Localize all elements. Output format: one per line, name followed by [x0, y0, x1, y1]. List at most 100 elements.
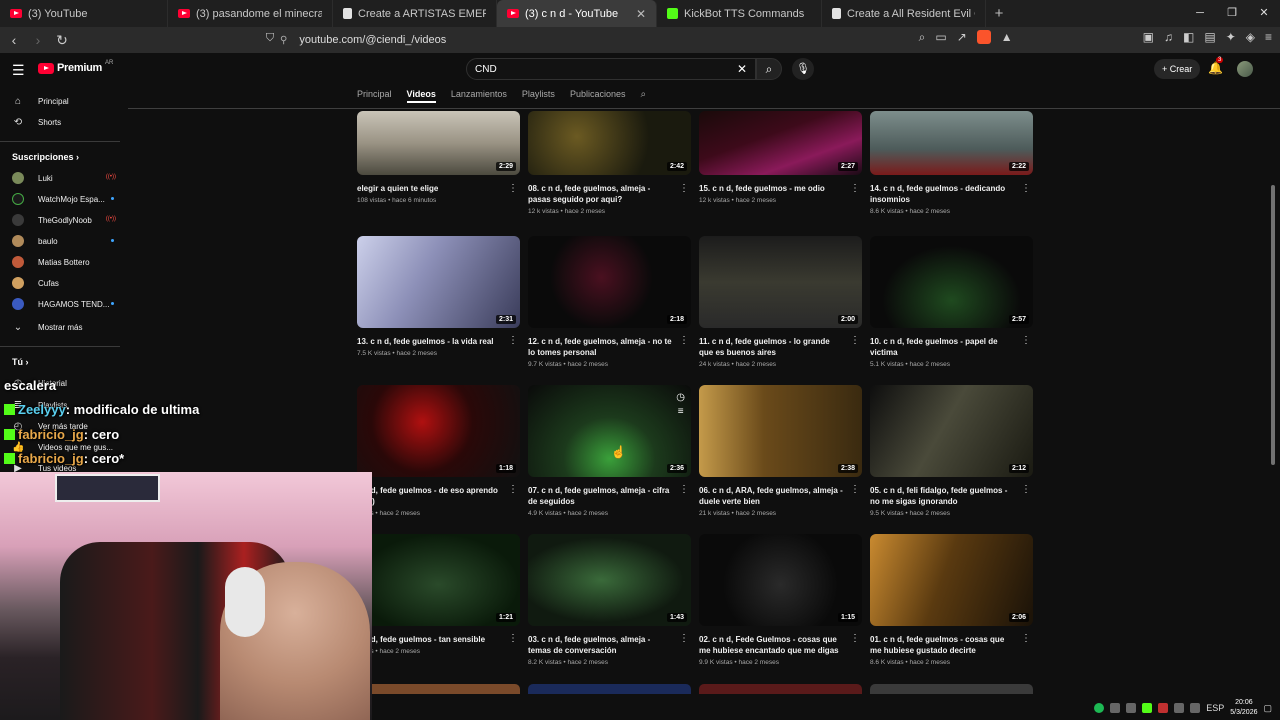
back-icon[interactable]: ‹ [4, 32, 24, 48]
language-indicator[interactable]: ESP [1206, 703, 1224, 713]
more-actions-icon[interactable]: ⋮ [1021, 183, 1031, 194]
more-actions-icon[interactable]: ⋮ [1021, 335, 1031, 346]
video-card[interactable]: 2:22 14. c n d, fede guelmos - dedicando… [870, 87, 1033, 215]
record-icon[interactable] [1158, 703, 1169, 713]
restore-icon[interactable]: ❐ [1216, 0, 1248, 27]
subscriptions-heading[interactable]: Suscripciones › [12, 152, 79, 162]
sidebar-toggle-icon[interactable]: ▣ [1143, 30, 1154, 45]
video-thumbnail[interactable]: ◷ ≡ 2:36 [528, 385, 691, 477]
bookmark-icon[interactable]: ⛉ [260, 32, 280, 45]
new-tab-icon[interactable]: + [986, 5, 1012, 22]
panel-icon[interactable]: ◧ [1183, 30, 1194, 45]
url-field[interactable]: ⚲ youtube.com/@ciendi_/videos [280, 30, 1000, 50]
close-tab-icon[interactable]: ✕ [636, 7, 646, 21]
video-card[interactable]: 2:42 08. c n d, fede guelmos, almeja - p… [528, 87, 691, 215]
video-card[interactable]: 2:31 13. c n d, fede guelmos - la vida r… [357, 236, 520, 357]
browser-tab[interactable]: Create a All Resident Evil Games (202 [822, 0, 986, 27]
browser-tab[interactable]: (3) YouTube [0, 0, 168, 27]
share-icon[interactable]: ↗ [957, 30, 967, 45]
video-card[interactable]: 2:00 11. c n d, fede guelmos - lo grande… [699, 236, 862, 368]
video-title[interactable]: 15. c n d, fede guelmos - me odio [699, 183, 862, 194]
video-thumbnail[interactable]: 1:21 [357, 534, 520, 626]
search-input[interactable]: CND ✕ [466, 58, 756, 80]
video-card[interactable]: 2:18 12. c n d, fede guelmos, almeja - n… [528, 236, 691, 368]
vpn-icon[interactable]: ◈ [1246, 30, 1255, 45]
more-actions-icon[interactable]: ⋮ [679, 183, 689, 194]
video-thumbnail-partial[interactable] [357, 684, 520, 694]
video-thumbnail[interactable]: 1:15 [699, 534, 862, 626]
video-title[interactable]: 02. c n d, Fede Guelmos - cosas que me h… [699, 634, 862, 656]
sidebar-sub-item[interactable]: HAGAMOS TEND... [0, 294, 128, 314]
video-card-hovered[interactable]: ◷ ≡ 2:36 07. c n d, fede guelmos, almeja… [528, 385, 691, 517]
notifications-button[interactable]: 🔔 3 [1208, 57, 1224, 75]
more-actions-icon[interactable]: ⋮ [850, 183, 860, 194]
video-card[interactable]: 2:27 15. c n d, fede guelmos - me odio 1… [699, 87, 862, 204]
youtube-logo[interactable]: Premium AR [38, 60, 113, 74]
media-icon[interactable]: ♫ [1164, 30, 1173, 45]
close-window-icon[interactable]: ✕ [1248, 0, 1280, 27]
more-actions-icon[interactable]: ⋮ [850, 335, 860, 346]
more-actions-icon[interactable]: ⋮ [850, 484, 860, 495]
more-actions-icon[interactable]: ⋮ [508, 183, 518, 194]
video-thumbnail[interactable]: 2:00 [699, 236, 862, 328]
video-thumbnail[interactable]: 1:18 [357, 385, 520, 477]
more-actions-icon[interactable]: ⋮ [850, 633, 860, 644]
page-scrollbar[interactable] [1271, 185, 1275, 465]
spotify-icon[interactable] [1094, 703, 1105, 713]
video-title[interactable]: 06. c n d, ARA, fede guelmos, almeja - d… [699, 485, 862, 507]
more-actions-icon[interactable]: ⋮ [679, 633, 689, 644]
video-title[interactable]: 14. c n d, fede guelmos - dedicando inso… [870, 183, 1033, 205]
browser-tab[interactable]: (3) pasandome el minecraft en todas [168, 0, 333, 27]
network-icon[interactable] [1174, 703, 1185, 713]
video-thumbnail[interactable]: 2:42 [528, 111, 691, 175]
minimize-icon[interactable]: ─ [1184, 0, 1216, 27]
hamburger-menu-icon[interactable]: ☰ [12, 62, 25, 79]
video-thumbnail[interactable]: 2:27 [699, 111, 862, 175]
sidebar-sub-item[interactable]: Matias Bottero [0, 252, 128, 272]
sidebar-sub-item[interactable]: Cufas [0, 273, 128, 293]
cast-icon[interactable]: ▭ [935, 30, 946, 45]
video-title[interactable]: 10. c n d, fede guelmos - papel de victi… [870, 336, 1033, 358]
more-actions-icon[interactable]: ⋮ [508, 633, 518, 644]
rewards-icon[interactable]: ▲ [1001, 30, 1013, 45]
add-to-queue-icon[interactable]: ≡ [676, 405, 685, 419]
video-thumbnail[interactable]: 2:06 [870, 534, 1033, 626]
video-title[interactable]: elegir a quien te elige [357, 183, 520, 194]
video-title[interactable]: 05. c n d, feli fidalgo, fede guelmos - … [870, 485, 1033, 507]
sidebar-item-principal[interactable]: ⌂ Principal [0, 91, 128, 111]
sidebar-sub-item[interactable]: baulo [0, 231, 128, 251]
clock[interactable]: 20:06 5/3/2026 [1230, 698, 1257, 718]
video-title[interactable]: 01. c n d, fede guelmos - cosas que me h… [870, 634, 1033, 656]
video-title[interactable]: c n d, fede guelmos - tan sensible [357, 634, 520, 645]
sidebar-sub-item[interactable]: Luki ((•)) [0, 168, 128, 188]
video-card[interactable]: 1:18 c n d, fede guelmos - de eso aprend… [357, 385, 520, 517]
zoom-icon[interactable]: ⌕ [919, 30, 926, 45]
brave-shield-icon[interactable] [976, 30, 991, 44]
video-title[interactable]: 13. c n d, fede guelmos - la vida real [357, 336, 520, 347]
more-actions-icon[interactable]: ⋮ [508, 335, 518, 346]
video-thumbnail[interactable]: 2:18 [528, 236, 691, 328]
browser-tab-active[interactable]: (3) c n d - YouTube ✕ [497, 0, 657, 27]
video-title[interactable]: 08. c n d, fede guelmos, almeja - pasas … [528, 183, 691, 205]
more-actions-icon[interactable]: ⋮ [679, 335, 689, 346]
video-thumbnail[interactable]: 2:57 [870, 236, 1033, 328]
video-thumbnail-partial[interactable] [528, 684, 691, 694]
show-more-button[interactable]: ⌄ Mostrar más [0, 317, 128, 337]
video-card[interactable]: 2:06 01. c n d, fede guelmos - cosas que… [870, 534, 1033, 666]
forward-icon[interactable]: › [28, 32, 48, 48]
steam-icon[interactable] [1126, 703, 1137, 713]
more-actions-icon[interactable]: ⋮ [508, 484, 518, 495]
notification-center-icon[interactable]: ▢ [1263, 703, 1272, 714]
site-info-icon[interactable]: ⚲ [280, 35, 287, 46]
sidebar-item-shorts[interactable]: ⟲ Shorts [0, 112, 128, 132]
video-title[interactable]: 07. c n d, fede guelmos, almeja - cifra … [528, 485, 691, 507]
more-actions-icon[interactable]: ⋮ [679, 484, 689, 495]
menu-icon[interactable]: ≡ [1265, 30, 1272, 45]
video-thumbnail[interactable]: 2:29 [357, 111, 520, 175]
kick-tray-icon[interactable] [1142, 703, 1153, 713]
video-card[interactable]: 2:12 05. c n d, feli fidalgo, fede guelm… [870, 385, 1033, 517]
sidebar-sub-item[interactable]: WatchMojo Espa... [0, 189, 128, 209]
clear-search-icon[interactable]: ✕ [737, 62, 747, 76]
more-actions-icon[interactable]: ⋮ [1021, 633, 1031, 644]
volume-icon[interactable] [1190, 703, 1201, 713]
